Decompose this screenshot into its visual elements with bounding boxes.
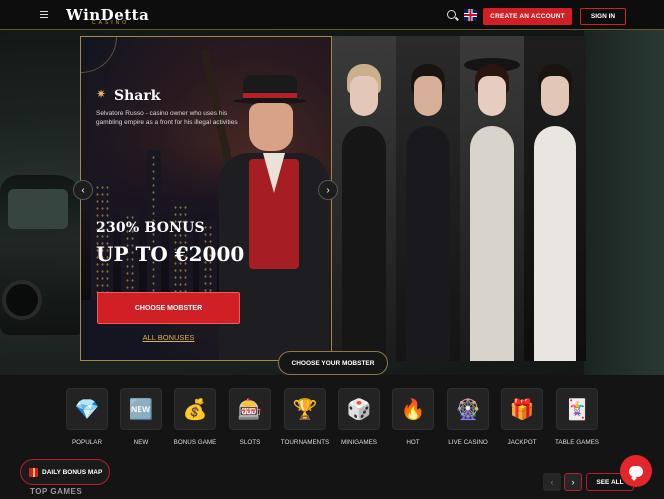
character-name: Shark (114, 88, 161, 104)
choose-mobster-button[interactable]: CHOOSE MOBSTER (97, 292, 240, 324)
vintage-car-illustration (0, 175, 85, 335)
background-right (584, 30, 664, 375)
jackpot-icon: 🎁 (501, 388, 543, 430)
playing-cards-icon: 🃏 (556, 388, 598, 430)
carousel-next-button[interactable]: › (318, 180, 338, 200)
create-account-button[interactable]: CREATE AN ACCOUNT (483, 8, 572, 25)
category-live-casino[interactable]: 🎡 LIVE CASINO (441, 388, 495, 446)
category-minigames[interactable]: 🎲 MINIGAMES (332, 388, 386, 446)
choose-your-mobster-label: CHOOSE YOUR MOBSTER (278, 351, 388, 375)
slot-machine-icon: 🎰 (229, 388, 271, 430)
category-new[interactable]: 🆕 NEW (114, 388, 168, 446)
mobster-card-3[interactable] (396, 36, 460, 361)
sign-in-button[interactable]: SIGN IN (580, 8, 626, 25)
bonus-percent: 230% BONUS (96, 220, 205, 236)
category-table-games[interactable]: 🃏 TABLE GAMES (550, 388, 604, 446)
carousel-prev-button[interactable]: ‹ (73, 180, 93, 200)
games-next-button[interactable]: › (564, 473, 582, 491)
game-categories: 💎 POPULAR 🆕 NEW 💰 BONUS GAME 🎰 SLOTS 🏆 T… (60, 388, 620, 448)
mobster-card-4[interactable] (460, 36, 524, 361)
daily-bonus-map-button[interactable]: DAILY BONUS MAP (20, 459, 110, 485)
chat-bubble-icon (629, 465, 643, 477)
mobster-card-5[interactable] (524, 36, 586, 361)
fire-icon: 🔥 (392, 388, 434, 430)
art-deco-corner (81, 37, 117, 73)
logo-subtitle: CASINO (92, 20, 130, 26)
top-header: WinDetta CASINO CREATE AN ACCOUNT SIGN I… (0, 0, 664, 30)
gift-icon (29, 467, 38, 477)
category-slots[interactable]: 🎰 SLOTS (223, 388, 277, 446)
category-hot[interactable]: 🔥 HOT (386, 388, 440, 446)
diamond-icon: 💎 (66, 388, 108, 430)
top-games-heading: TOP GAMES (30, 487, 83, 496)
all-bonuses-link[interactable]: ALL BONUSES (97, 333, 240, 342)
category-popular[interactable]: 💎 POPULAR (60, 388, 114, 446)
category-bonus-game[interactable]: 💰 BONUS GAME (168, 388, 222, 446)
chat-button[interactable] (620, 455, 652, 487)
shark-emblem-icon: ✷ (96, 87, 107, 101)
new-badge-icon: 🆕 (120, 388, 162, 430)
menu-icon[interactable] (40, 11, 48, 19)
treasure-chest-icon: 💰 (174, 388, 216, 430)
daily-bonus-label: DAILY BONUS MAP (42, 468, 103, 476)
dice-icon: 🎲 (338, 388, 380, 430)
category-jackpot[interactable]: 🎁 JACKPOT (495, 388, 549, 446)
roulette-icon: 🎡 (447, 388, 489, 430)
category-tournaments[interactable]: 🏆 TOURNAMENTS (278, 388, 332, 446)
games-prev-button[interactable]: ‹ (543, 473, 561, 491)
trophy-icon: 🏆 (284, 388, 326, 430)
uk-flag-icon[interactable] (464, 9, 477, 21)
bonus-amount: UP TO €2000 (96, 242, 245, 266)
search-icon[interactable] (447, 10, 456, 19)
character-description: Selvatore Russo - casino owner who uses … (96, 110, 238, 126)
mobster-card-2[interactable] (332, 36, 396, 361)
